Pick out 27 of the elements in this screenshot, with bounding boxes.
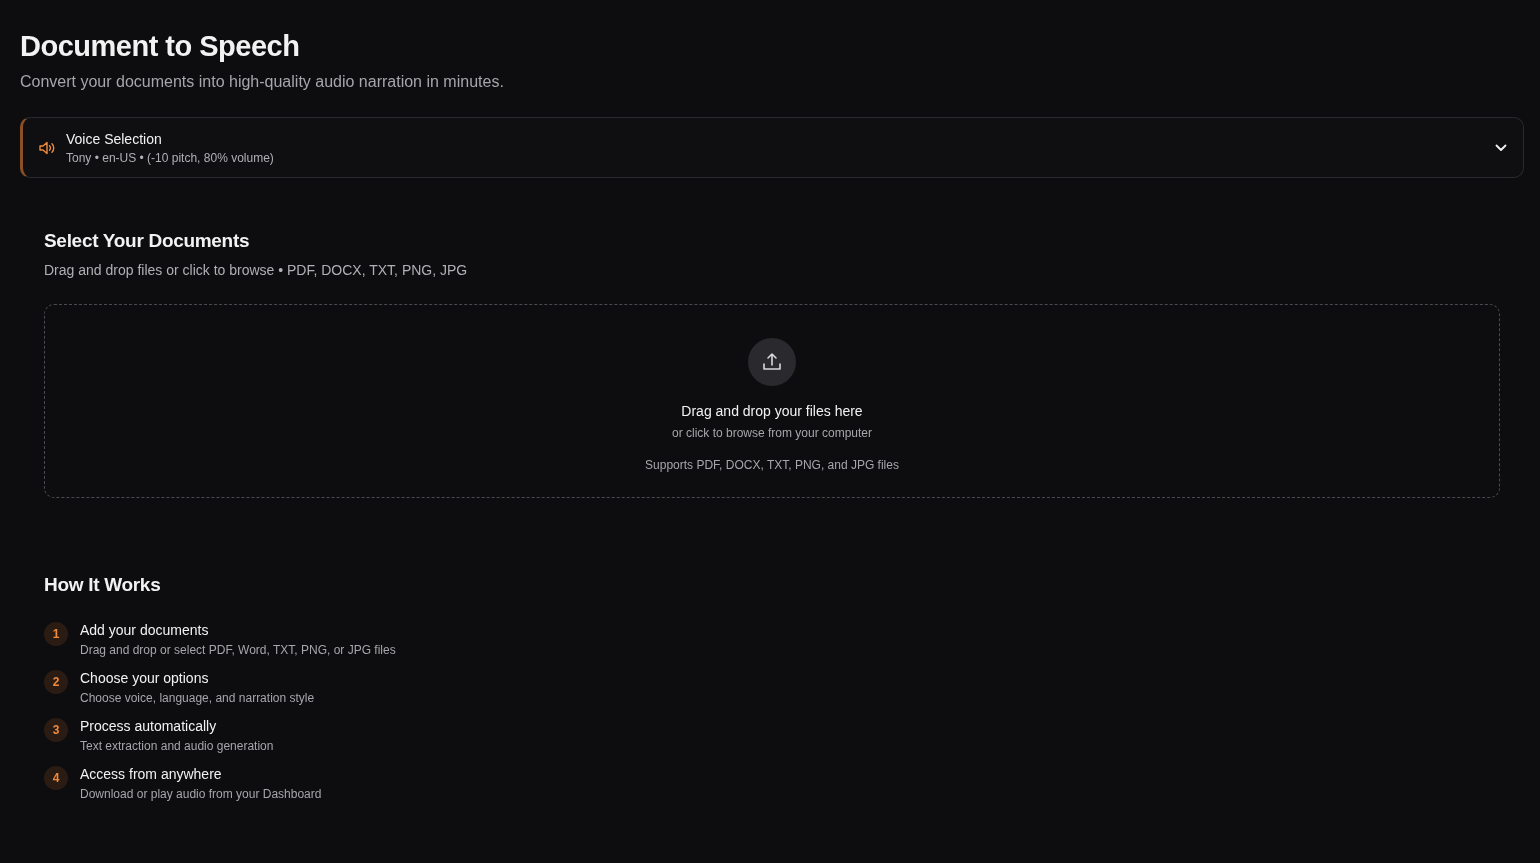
dropzone-hint: or click to browse from your computer: [671, 426, 873, 440]
upload-icon: [762, 352, 782, 372]
voice-selection-panel[interactable]: Voice Selection Tony • en-US • (-10 pitch, 80% volume): [20, 117, 1524, 178]
section-title: How It Works: [44, 574, 162, 596]
dropzone-heading: Drag and drop your files here: [681, 403, 863, 419]
page-subtitle: Convert your documents into high-quality audio narration in minutes.: [20, 73, 505, 91]
file-dropzone[interactable]: Drag and drop your files here or click to browse from your computer Supports PDF, DOCX, TXT, PNG, and JPG files: [44, 304, 1500, 498]
step-description: Download or play audio from your Dashboard: [80, 787, 322, 801]
chevron-icon: [1495, 143, 1507, 152]
section-subtitle: Drag and drop files or click to browse • PDF, DOCX, TXT, PNG, JPG: [44, 262, 469, 278]
voice-selection-title: Voice Selection: [66, 130, 163, 147]
step-number: 3: [44, 718, 68, 742]
step-number: 4: [44, 766, 68, 790]
step-number: 1: [44, 622, 68, 646]
speaker-icon: [39, 140, 56, 155]
step-title: Choose your options: [80, 670, 210, 686]
supported-formats-text: Supports PDF, DOCX, TXT, PNG, and JPG files: [645, 458, 899, 472]
step-description: Drag and drop or select PDF, Word, TXT, PNG, or JPG files: [80, 643, 396, 657]
step-title: Process automatically: [80, 718, 218, 734]
step-title: Add your documents: [80, 622, 210, 638]
step-description: Text extraction and audio generation: [80, 739, 274, 753]
voice-summary: Tony • en-US • (-10 pitch, 80% volume): [66, 150, 275, 165]
step-description: Choose voice, language, and narration style: [80, 691, 315, 705]
section-title: Select Your Documents: [44, 230, 251, 252]
page-title: Document to Speech: [20, 30, 301, 63]
step-number: 2: [44, 670, 68, 694]
step-title: Access from anywhere: [80, 766, 223, 782]
